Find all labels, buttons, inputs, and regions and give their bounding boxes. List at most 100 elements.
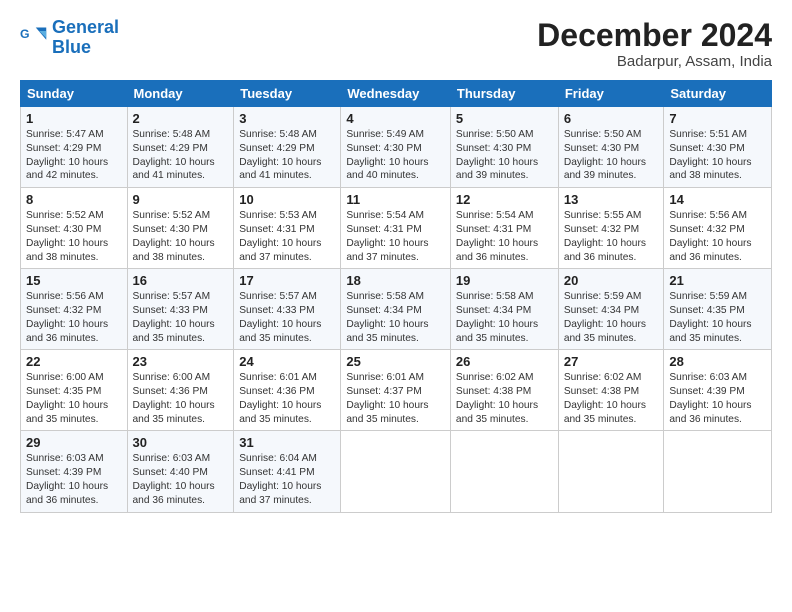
- calendar-cell: 31 Sunrise: 6:04 AMSunset: 4:41 PMDayligh…: [234, 431, 341, 512]
- calendar-cell: 22 Sunrise: 6:00 AMSunset: 4:35 PMDayligh…: [21, 350, 128, 431]
- calendar-cell: [664, 431, 772, 512]
- day-number: 27: [564, 354, 659, 369]
- day-number: 20: [564, 273, 659, 288]
- logo: G General Blue: [20, 18, 119, 58]
- calendar-subtitle: Badarpur, Assam, India: [537, 53, 772, 70]
- weekday-header-tuesday: Tuesday: [234, 81, 341, 107]
- calendar-cell: [341, 431, 451, 512]
- calendar-cell: 16 Sunrise: 5:57 AMSunset: 4:33 PMDayligh…: [127, 269, 234, 350]
- calendar-cell: 30Sunrise: 6:03 AMSunset: 4:40 PMDayligh…: [127, 431, 234, 512]
- calendar-cell: 11Sunrise: 5:54 AMSunset: 4:31 PMDayligh…: [341, 188, 451, 269]
- calendar-cell: 21 Sunrise: 5:59 AMSunset: 4:35 PMDayligh…: [664, 269, 772, 350]
- day-info: Sunrise: 5:56 AMSunset: 4:32 PMDaylight:…: [26, 290, 122, 345]
- day-number: 8: [26, 192, 122, 207]
- day-number: 23: [133, 354, 229, 369]
- day-info: Sunrise: 5:58 AMSunset: 4:34 PMDaylight:…: [346, 290, 445, 345]
- day-number: 26: [456, 354, 553, 369]
- day-number: 16: [133, 273, 229, 288]
- day-info: Sunrise: 5:54 AMSunset: 4:31 PMDaylight:…: [456, 209, 553, 264]
- calendar-cell: 17Sunrise: 5:57 AMSunset: 4:33 PMDayligh…: [234, 269, 341, 350]
- day-number: 29: [26, 435, 122, 450]
- calendar-cell: 12 Sunrise: 5:54 AMSunset: 4:31 PMDayligh…: [450, 188, 558, 269]
- day-number: 13: [564, 192, 659, 207]
- day-info: Sunrise: 5:49 AMSunset: 4:30 PMDaylight:…: [346, 128, 445, 183]
- calendar-cell: 20 Sunrise: 5:59 AMSunset: 4:34 PMDayligh…: [558, 269, 664, 350]
- day-number: 7: [669, 111, 766, 126]
- day-number: 14: [669, 192, 766, 207]
- calendar-cell: 3Sunrise: 5:48 AMSunset: 4:29 PMDaylight…: [234, 107, 341, 188]
- title-block: December 2024 Badarpur, Assam, India: [537, 18, 772, 70]
- day-number: 18: [346, 273, 445, 288]
- day-info: Sunrise: 5:59 AMSunset: 4:34 PMDaylight:…: [564, 290, 659, 345]
- calendar-cell: [558, 431, 664, 512]
- calendar-cell: 19 Sunrise: 5:58 AMSunset: 4:34 PMDayligh…: [450, 269, 558, 350]
- day-info: Sunrise: 6:00 AMSunset: 4:35 PMDaylight:…: [26, 371, 122, 426]
- calendar-cell: 8 Sunrise: 5:52 AMSunset: 4:30 PMDaylight…: [21, 188, 128, 269]
- day-info: Sunrise: 5:58 AMSunset: 4:34 PMDaylight:…: [456, 290, 553, 345]
- day-info: Sunrise: 5:59 AMSunset: 4:35 PMDaylight:…: [669, 290, 766, 345]
- calendar-week-4: 22 Sunrise: 6:00 AMSunset: 4:35 PMDayligh…: [21, 350, 772, 431]
- day-info: Sunrise: 5:48 AMSunset: 4:29 PMDaylight:…: [133, 128, 229, 183]
- logo-icon: G: [20, 24, 48, 52]
- day-info: Sunrise: 5:53 AMSunset: 4:31 PMDaylight:…: [239, 209, 335, 264]
- calendar-week-1: 1Sunrise: 5:47 AMSunset: 4:29 PMDaylight…: [21, 107, 772, 188]
- day-number: 3: [239, 111, 335, 126]
- day-info: Sunrise: 5:55 AMSunset: 4:32 PMDaylight:…: [564, 209, 659, 264]
- weekday-header-friday: Friday: [558, 81, 664, 107]
- day-number: 19: [456, 273, 553, 288]
- calendar-week-3: 15 Sunrise: 5:56 AMSunset: 4:32 PMDayligh…: [21, 269, 772, 350]
- day-info: Sunrise: 5:52 AMSunset: 4:30 PMDaylight:…: [26, 209, 122, 264]
- day-number: 6: [564, 111, 659, 126]
- weekday-header-monday: Monday: [127, 81, 234, 107]
- calendar-cell: 1Sunrise: 5:47 AMSunset: 4:29 PMDaylight…: [21, 107, 128, 188]
- calendar-title: December 2024: [537, 18, 772, 53]
- calendar-cell: 13 Sunrise: 5:55 AMSunset: 4:32 PMDayligh…: [558, 188, 664, 269]
- logo-text: General Blue: [52, 18, 119, 58]
- calendar-header: SundayMondayTuesdayWednesdayThursdayFrid…: [21, 81, 772, 107]
- svg-text:G: G: [20, 27, 30, 41]
- calendar-body: 1Sunrise: 5:47 AMSunset: 4:29 PMDaylight…: [21, 107, 772, 512]
- weekday-header-sunday: Sunday: [21, 81, 128, 107]
- day-info: Sunrise: 5:51 AMSunset: 4:30 PMDaylight:…: [669, 128, 766, 183]
- day-info: Sunrise: 5:57 AMSunset: 4:33 PMDaylight:…: [239, 290, 335, 345]
- day-number: 4: [346, 111, 445, 126]
- day-info: Sunrise: 6:02 AMSunset: 4:38 PMDaylight:…: [456, 371, 553, 426]
- day-info: Sunrise: 6:03 AMSunset: 4:39 PMDaylight:…: [26, 452, 122, 507]
- day-info: Sunrise: 5:50 AMSunset: 4:30 PMDaylight:…: [564, 128, 659, 183]
- day-info: Sunrise: 6:02 AMSunset: 4:38 PMDaylight:…: [564, 371, 659, 426]
- weekday-header-wednesday: Wednesday: [341, 81, 451, 107]
- calendar-cell: 5Sunrise: 5:50 AMSunset: 4:30 PMDaylight…: [450, 107, 558, 188]
- weekday-header-saturday: Saturday: [664, 81, 772, 107]
- day-number: 15: [26, 273, 122, 288]
- page: G General Blue December 2024 Badarpur, A…: [0, 0, 792, 523]
- calendar-cell: 27 Sunrise: 6:02 AMSunset: 4:38 PMDayligh…: [558, 350, 664, 431]
- day-info: Sunrise: 5:52 AMSunset: 4:30 PMDaylight:…: [133, 209, 229, 264]
- calendar-cell: 9 Sunrise: 5:52 AMSunset: 4:30 PMDaylight…: [127, 188, 234, 269]
- day-number: 9: [133, 192, 229, 207]
- day-info: Sunrise: 5:57 AMSunset: 4:33 PMDaylight:…: [133, 290, 229, 345]
- day-info: Sunrise: 5:54 AMSunset: 4:31 PMDaylight:…: [346, 209, 445, 264]
- day-info: Sunrise: 6:00 AMSunset: 4:36 PMDaylight:…: [133, 371, 229, 426]
- calendar-cell: 25Sunrise: 6:01 AMSunset: 4:37 PMDayligh…: [341, 350, 451, 431]
- day-number: 12: [456, 192, 553, 207]
- calendar-week-2: 8 Sunrise: 5:52 AMSunset: 4:30 PMDaylight…: [21, 188, 772, 269]
- day-number: 21: [669, 273, 766, 288]
- calendar-cell: 10Sunrise: 5:53 AMSunset: 4:31 PMDayligh…: [234, 188, 341, 269]
- calendar-cell: 2 Sunrise: 5:48 AMSunset: 4:29 PMDaylight…: [127, 107, 234, 188]
- day-number: 31: [239, 435, 335, 450]
- day-info: Sunrise: 6:04 AMSunset: 4:41 PMDaylight:…: [239, 452, 335, 507]
- calendar-table: SundayMondayTuesdayWednesdayThursdayFrid…: [20, 80, 772, 512]
- day-info: Sunrise: 5:50 AMSunset: 4:30 PMDaylight:…: [456, 128, 553, 183]
- day-number: 22: [26, 354, 122, 369]
- day-number: 24: [239, 354, 335, 369]
- calendar-cell: 18 Sunrise: 5:58 AMSunset: 4:34 PMDayligh…: [341, 269, 451, 350]
- calendar-cell: 14Sunrise: 5:56 AMSunset: 4:32 PMDayligh…: [664, 188, 772, 269]
- calendar-week-5: 29 Sunrise: 6:03 AMSunset: 4:39 PMDayligh…: [21, 431, 772, 512]
- day-number: 30: [133, 435, 229, 450]
- day-number: 2: [133, 111, 229, 126]
- calendar-cell: 23 Sunrise: 6:00 AMSunset: 4:36 PMDayligh…: [127, 350, 234, 431]
- day-info: Sunrise: 6:03 AMSunset: 4:39 PMDaylight:…: [669, 371, 766, 426]
- day-number: 25: [346, 354, 445, 369]
- calendar-cell: 7 Sunrise: 5:51 AMSunset: 4:30 PMDaylight…: [664, 107, 772, 188]
- day-number: 28: [669, 354, 766, 369]
